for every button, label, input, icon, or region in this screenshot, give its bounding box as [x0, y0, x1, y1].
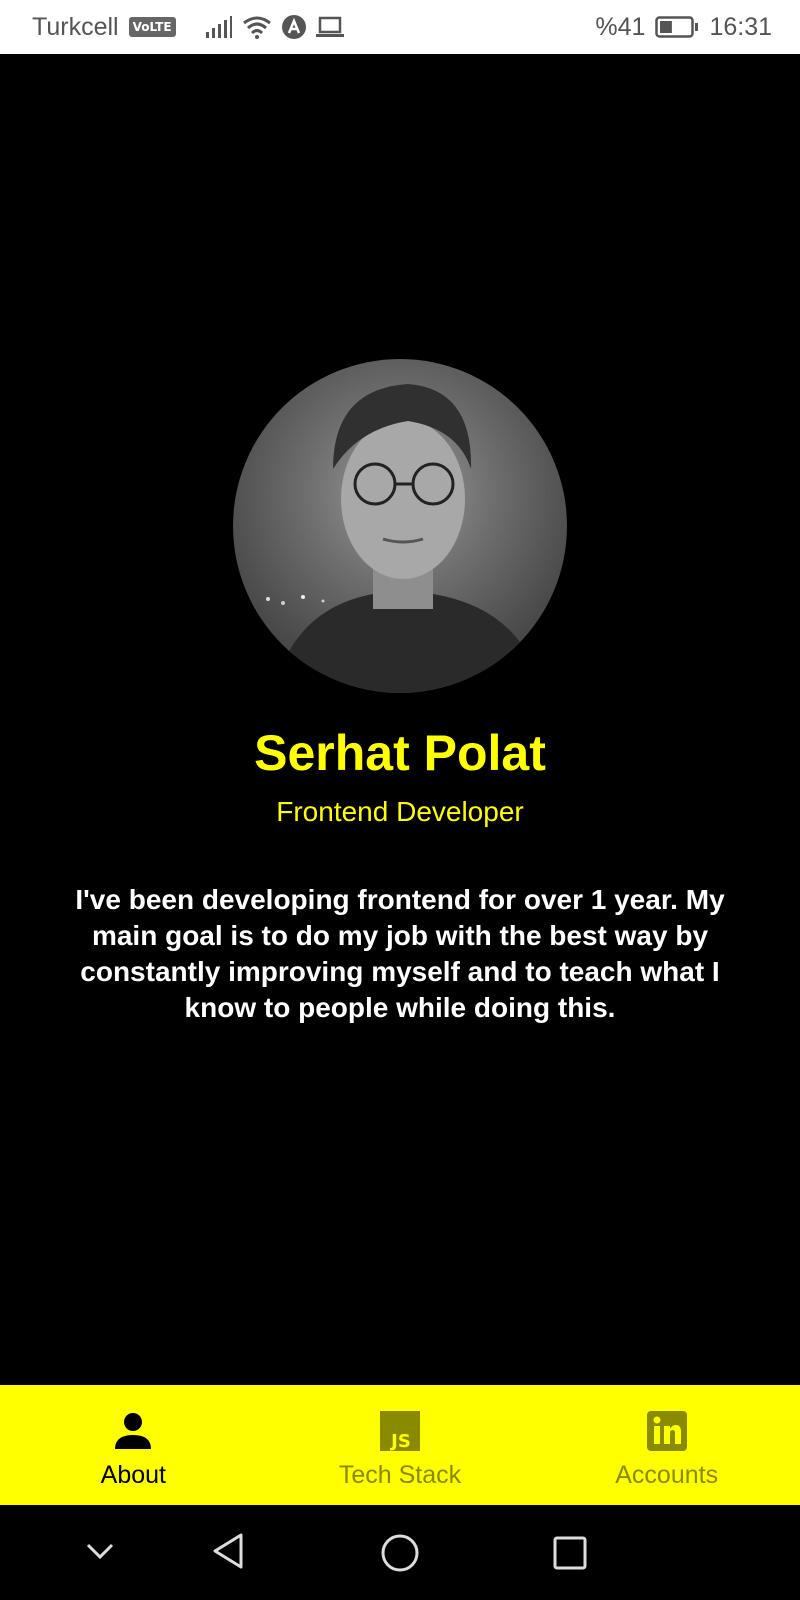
tab-tech-stack[interactable]: JS Tech Stack [267, 1385, 534, 1505]
status-bar: Turkcell VoLTE %41 16:31 [0, 0, 800, 54]
system-nav-bar [0, 1505, 800, 1600]
battery-icon [655, 16, 699, 38]
collapse-chevron-icon[interactable] [82, 1533, 118, 1569]
linkedin-icon [646, 1409, 687, 1453]
laptop-icon [315, 16, 344, 38]
profile-bio: I've been developing frontend for over 1… [75, 884, 725, 1023]
signal-icon [205, 16, 232, 38]
profile-role: Frontend Developer [276, 796, 524, 827]
tab-label: About [100, 1461, 166, 1489]
about-content: Serhat Polat Frontend Developer I've bee… [0, 54, 800, 1385]
wifi-icon [242, 15, 272, 39]
person-icon [113, 1409, 153, 1453]
back-icon[interactable] [208, 1531, 248, 1571]
app-notification-icon [281, 15, 306, 39]
app-screen: Turkcell VoLTE %41 16:31 Serhat Polat Fr… [0, 0, 800, 1600]
clock: 16:31 [709, 12, 772, 41]
tab-label: Tech Stack [338, 1461, 462, 1489]
battery-percent: %41 [595, 12, 646, 41]
profile-name: Serhat Polat [254, 725, 546, 781]
tab-accounts[interactable]: Accounts [533, 1385, 800, 1505]
tab-about[interactable]: About [0, 1385, 267, 1505]
carrier-name: Turkcell [32, 12, 119, 41]
js-icon: JS [380, 1409, 420, 1453]
home-icon[interactable] [378, 1531, 422, 1575]
profile-avatar [233, 359, 567, 693]
tab-label: Accounts [615, 1461, 719, 1489]
recents-icon[interactable] [550, 1533, 590, 1573]
volte-badge: VoLTE [128, 17, 176, 37]
bottom-tab-bar: About JS Tech Stack Accounts [0, 1385, 800, 1505]
svg-text:JS: JS [389, 1431, 411, 1451]
